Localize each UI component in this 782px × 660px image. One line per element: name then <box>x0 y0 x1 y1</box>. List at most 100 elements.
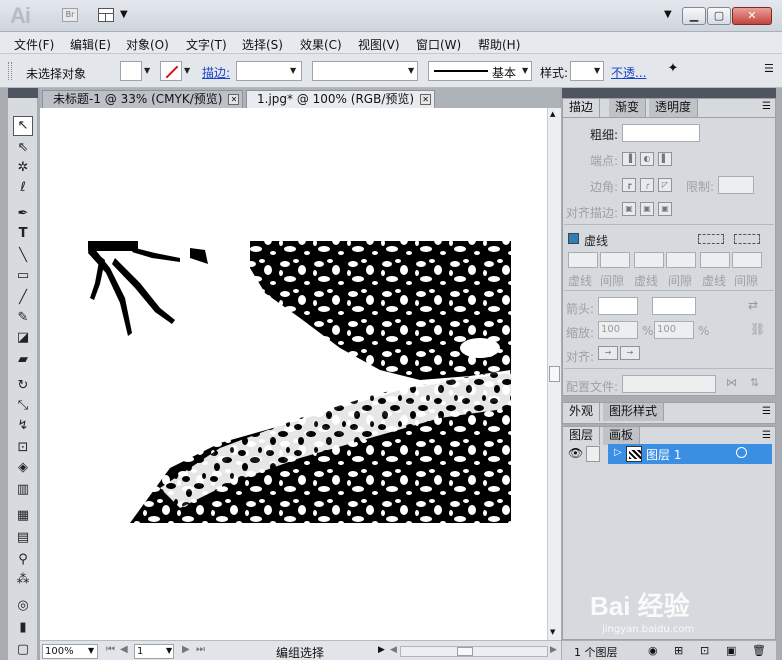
tab-transparency[interactable]: 透明度 <box>649 99 699 117</box>
stroke-swatch[interactable] <box>160 61 182 81</box>
pen-tool-icon[interactable]: ✒ <box>13 204 33 224</box>
line-tool-icon[interactable]: ╲ <box>13 246 33 266</box>
menu-effect[interactable]: 效果(C) <box>300 36 342 53</box>
visibility-eye-icon[interactable]: 👁 <box>568 446 583 460</box>
mesh-tool-icon[interactable]: ▦ <box>13 506 33 526</box>
graph-tool-icon[interactable]: ▥ <box>13 480 33 500</box>
maximize-button[interactable]: ▢ <box>707 7 731 25</box>
arrow-tip-extend-icon[interactable]: → <box>598 346 618 360</box>
menu-object[interactable]: 对象(O) <box>126 36 169 53</box>
opacity-link[interactable]: 不透... <box>611 64 646 81</box>
panel-dock-header[interactable] <box>562 88 776 98</box>
gradient-tool-icon[interactable]: ▤ <box>13 528 33 548</box>
blend-tool-icon[interactable]: ⁂ <box>13 570 33 590</box>
dash-field-3[interactable] <box>700 252 730 268</box>
arrow-tip-place-icon[interactable]: → <box>620 346 640 360</box>
vertical-scrollbar[interactable]: ▲ ▼ <box>547 108 561 640</box>
gap-field-2[interactable] <box>666 252 696 268</box>
pencil-tool-icon[interactable]: ✎ <box>13 308 33 328</box>
column-graph-tool-icon[interactable]: ▮ <box>13 618 33 638</box>
layer-name[interactable]: 图层 1 <box>646 446 681 463</box>
scroll-up-icon[interactable]: ▲ <box>550 110 555 118</box>
blob-brush-tool-icon[interactable]: ◪ <box>13 328 33 348</box>
eyedropper-tool-icon[interactable]: ⚲ <box>13 550 33 570</box>
zoom-dropdown-icon[interactable]: ▼ <box>88 646 94 655</box>
menu-edit[interactable]: 编辑(E) <box>70 36 111 53</box>
target-circle-icon[interactable] <box>736 447 747 458</box>
round-cap-icon[interactable]: ◐ <box>640 152 654 166</box>
lasso-tool-icon[interactable]: ℓ <box>13 178 33 198</box>
panel-menu-icon[interactable]: ☰ <box>764 62 774 75</box>
symbol-sprayer-tool-icon[interactable]: ◎ <box>13 596 33 616</box>
eraser-tool-icon[interactable]: ▰ <box>13 350 33 370</box>
fill-swatch[interactable] <box>120 61 142 81</box>
dash-field-2[interactable] <box>634 252 664 268</box>
stroke-label-link[interactable]: 描边: <box>202 64 230 81</box>
profile-select[interactable] <box>622 375 716 393</box>
locate-object-icon[interactable]: ◉ <box>648 644 658 657</box>
align-outside-icon[interactable]: ▣ <box>658 202 672 216</box>
link-scale-icon[interactable]: ⛓ <box>750 322 765 336</box>
new-layer-icon[interactable]: ▣ <box>726 644 736 657</box>
new-sublayer-icon[interactable]: ⊡ <box>700 644 709 657</box>
dash-preserve-icon[interactable] <box>698 234 724 244</box>
start-scale-field[interactable]: 100 <box>598 321 638 339</box>
minimize-button[interactable]: ▁ <box>682 7 706 25</box>
flip-across-icon[interactable]: ⇅ <box>750 376 759 389</box>
selection-tool-icon[interactable]: ↖ <box>13 116 33 136</box>
menu-help[interactable]: 帮助(H) <box>478 36 520 53</box>
menu-select[interactable]: 选择(S) <box>242 36 283 53</box>
tab-untitled[interactable]: 未标题-1 @ 33% (CMYK/预览) ✕ <box>42 90 244 108</box>
weight-dropdown-icon[interactable]: ▼ <box>290 66 296 75</box>
close-button[interactable]: ✕ <box>732 7 772 25</box>
tab-1jpg[interactable]: 1.jpg* @ 100% (RGB/预览) ✕ <box>246 90 436 108</box>
horizontal-scrollbar[interactable] <box>400 646 548 657</box>
hscroll-thumb[interactable] <box>457 647 473 656</box>
menu-file[interactable]: 文件(F) <box>14 36 54 53</box>
panel-header[interactable] <box>8 88 38 98</box>
tab-graphic-styles[interactable]: 图形样式 <box>603 403 665 421</box>
rotate-tool-icon[interactable]: ↻ <box>13 376 33 396</box>
dash-field-1[interactable] <box>568 252 598 268</box>
menu-view[interactable]: 视图(V) <box>358 36 400 53</box>
round-join-icon[interactable]: ╭ <box>640 178 654 192</box>
gap-field-1[interactable] <box>600 252 630 268</box>
butt-cap-icon[interactable]: ▐ <box>622 152 636 166</box>
type-tool-icon[interactable]: T <box>13 224 33 244</box>
close-icon[interactable]: ✕ <box>420 94 432 105</box>
page-dropdown-icon[interactable]: ▼ <box>166 646 172 655</box>
fill-dropdown-icon[interactable]: ▼ <box>144 66 150 75</box>
panel-menu-icon[interactable]: ☰ <box>762 430 771 441</box>
menu-type[interactable]: 文字(T) <box>186 36 227 53</box>
prev-page-icon[interactable]: ◀ <box>120 644 128 655</box>
last-page-icon[interactable]: ⏭ <box>196 644 205 655</box>
align-inside-icon[interactable]: ▣ <box>640 202 654 216</box>
bevel-join-icon[interactable]: ◸ <box>658 178 672 192</box>
artboard-tool-icon[interactable]: ▢ <box>13 640 33 660</box>
make-clipping-mask-icon[interactable]: ⊞ <box>674 644 683 657</box>
scroll-down-icon[interactable]: ▼ <box>550 628 555 636</box>
panel-menu-icon[interactable]: ☰ <box>762 406 771 417</box>
hscroll-left-icon[interactable]: ◀ <box>390 645 397 655</box>
close-icon[interactable]: ✕ <box>228 94 240 105</box>
paintbrush-tool-icon[interactable]: ╱ <box>13 288 33 308</box>
dashed-checkbox[interactable] <box>568 233 579 244</box>
menu-window[interactable]: 窗口(W) <box>416 36 461 53</box>
stroke-dropdown-icon[interactable]: ▼ <box>184 66 190 75</box>
scroll-thumb[interactable] <box>549 366 560 382</box>
status-menu-icon[interactable]: ▶ <box>378 645 385 655</box>
bridge-icon[interactable]: Br <box>62 8 78 22</box>
weight-field[interactable] <box>622 124 700 142</box>
first-page-icon[interactable]: ⏮ <box>106 644 115 655</box>
brush-dropdown-icon[interactable]: ▼ <box>522 66 528 75</box>
square-cap-icon[interactable]: ▌ <box>658 152 672 166</box>
warp-tool-icon[interactable]: ↯ <box>13 416 33 436</box>
tab-stroke[interactable]: 描边 <box>563 99 601 117</box>
expand-triangle-icon[interactable]: ▷ <box>614 447 622 458</box>
tab-artboards[interactable]: 画板 <box>603 427 641 445</box>
style-dropdown-icon[interactable]: ▼ <box>594 66 600 75</box>
delete-layer-icon[interactable]: 🗑 <box>752 644 766 657</box>
swap-arrows-icon[interactable]: ⇄ <box>748 298 758 312</box>
rectangle-tool-icon[interactable]: ▭ <box>13 266 33 286</box>
traced-image[interactable] <box>40 108 547 640</box>
